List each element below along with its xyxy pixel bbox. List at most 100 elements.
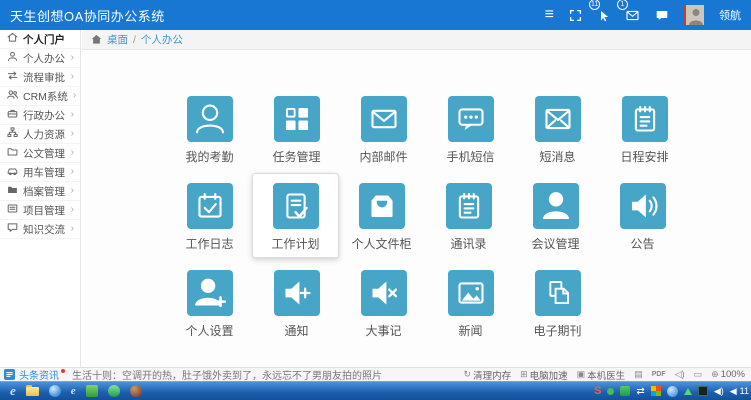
status-speed-up[interactable]: ⊞电脑加速 bbox=[520, 368, 568, 382]
tile-label: 会议管理 bbox=[531, 235, 579, 252]
app-title: 天生创想OA协同办公系统 bbox=[0, 6, 165, 25]
todo-hand-icon[interactable]: 11 bbox=[597, 5, 610, 25]
tile-work-plan[interactable]: 工作计划 bbox=[252, 173, 339, 258]
taskbar-cloud-icon[interactable] bbox=[49, 384, 61, 399]
user-icon bbox=[7, 51, 18, 65]
user-name[interactable]: 领航 bbox=[719, 7, 741, 23]
tile-task-management[interactable]: 任务管理 bbox=[253, 96, 340, 165]
status-pc-doctor[interactable]: ▣本机医生 bbox=[577, 368, 626, 382]
chevron-right-icon: › bbox=[71, 205, 74, 215]
sidebar: 个人门户个人办公›流程审批›CRM系统›行政办公›人力资源›公文管理›用车管理›… bbox=[0, 30, 81, 367]
tile-personal-cabinet[interactable]: 个人文件柜 bbox=[338, 183, 425, 252]
sidebar-item-personal-office[interactable]: 个人办公› bbox=[0, 49, 80, 68]
chat-icon[interactable] bbox=[655, 5, 669, 25]
tile-schedule[interactable]: 日程安排 bbox=[601, 96, 688, 165]
tray-win-colors-icon[interactable] bbox=[651, 384, 661, 399]
zoom-icon: ⊕ bbox=[711, 369, 719, 380]
speaker-icon[interactable]: ◁) bbox=[675, 369, 685, 380]
sidebar-item-archive-management[interactable]: 档案管理› bbox=[0, 182, 80, 201]
taskbar-messenger-icon[interactable] bbox=[108, 384, 120, 399]
ticker-label[interactable]: 头条资讯 bbox=[19, 367, 59, 381]
chevron-right-icon: › bbox=[71, 224, 74, 234]
tile-contacts[interactable]: 通讯录 bbox=[425, 183, 512, 252]
tile-label: 日程安排 bbox=[620, 148, 668, 165]
sidebar-item-label: 公文管理 bbox=[23, 146, 65, 161]
sidebar-item-workflow-approval[interactable]: 流程审批› bbox=[0, 68, 80, 87]
volume-x-icon bbox=[361, 270, 407, 316]
browser-status-toolbar: ↻清理内存 ⊞电脑加速 ▣本机医生 ▤ PDF ◁) ▭ ⊕100% bbox=[464, 368, 747, 382]
zoom-level[interactable]: ⊕100% bbox=[711, 369, 745, 380]
sms-icon bbox=[448, 96, 494, 142]
ticker-text[interactable]: 生活十则：空调开的热，肚子饿外卖到了，永远忘不了男朋友拍的照片 bbox=[72, 367, 382, 381]
taskbar-green-app-icon[interactable] bbox=[86, 384, 98, 399]
status-clean-memory[interactable]: ↻清理内存 bbox=[464, 368, 512, 382]
tile-news[interactable]: 新闻 bbox=[427, 270, 514, 339]
sidebar-item-project-management[interactable]: 项目管理 › bbox=[0, 201, 80, 220]
tile-meeting-management[interactable]: 会议管理 bbox=[512, 183, 599, 252]
tile-announcement[interactable]: 公告 bbox=[599, 183, 686, 252]
mail-icon[interactable]: 1 bbox=[625, 5, 640, 25]
taskbar-browser-icon[interactable] bbox=[130, 384, 142, 399]
sidebar-item-document-management[interactable]: 公文管理› bbox=[0, 144, 80, 163]
tile-e-journal[interactable]: 电子期刊 bbox=[514, 270, 601, 339]
tray-speaker-icon[interactable]: ◀ bbox=[730, 384, 737, 399]
tray-dark-square-icon[interactable] bbox=[698, 384, 708, 399]
sidebar-item-knowledge-exchange[interactable]: 知识交流› bbox=[0, 220, 80, 239]
sidebar-item-crm-system[interactable]: CRM系统› bbox=[0, 87, 80, 106]
breadcrumb-current: 个人办公 bbox=[141, 32, 183, 47]
tray-sync-icon[interactable]: ⇄ bbox=[636, 384, 644, 399]
tray-up-arrow-icon[interactable] bbox=[684, 384, 692, 399]
tray-green-dot-icon[interactable] bbox=[607, 384, 614, 399]
clock[interactable]: 11 bbox=[740, 386, 749, 396]
grid-icon bbox=[274, 96, 320, 142]
zoom-value: 100% bbox=[721, 369, 745, 380]
tile-internal-mail[interactable]: 内部邮件 bbox=[340, 96, 427, 165]
notepad-icon bbox=[446, 183, 492, 229]
taskbar-folder-icon[interactable] bbox=[26, 384, 39, 399]
tile-notification[interactable]: 通知 bbox=[253, 270, 340, 339]
tile-personal-settings[interactable]: 个人设置 bbox=[166, 270, 253, 339]
taskbar-ie-icon[interactable]: e bbox=[10, 384, 16, 399]
sidebar-item-human-resources[interactable]: 人力资源› bbox=[0, 125, 80, 144]
window-icon[interactable]: ▭ bbox=[694, 369, 703, 380]
status-label: 电脑加速 bbox=[530, 368, 568, 382]
tile-label: 通知 bbox=[284, 322, 308, 339]
taskbar-ie2-icon[interactable]: e bbox=[71, 384, 76, 399]
breadcrumb-home[interactable]: 桌面 bbox=[107, 32, 128, 47]
tray-sogou-icon[interactable]: S bbox=[594, 384, 601, 399]
sidebar-item-personal-portal[interactable]: 个人门户 bbox=[0, 30, 80, 49]
status-label: 本机医生 bbox=[587, 368, 625, 382]
sidebar-item-vehicle-management[interactable]: 用车管理› bbox=[0, 163, 80, 182]
sidebar-item-admin-office[interactable]: 行政办公› bbox=[0, 106, 80, 125]
topbar: 天生创想OA协同办公系统 ≡ 11 1 领航 bbox=[0, 0, 751, 30]
sidebar-item-label: 个人门户 bbox=[23, 32, 65, 47]
chevron-right-icon: › bbox=[71, 72, 74, 82]
tile-memorabilia[interactable]: 大事记 bbox=[340, 270, 427, 339]
chevron-right-icon: › bbox=[73, 91, 76, 101]
tray-green-square-icon[interactable] bbox=[620, 384, 630, 399]
panel-icon[interactable]: ▤ bbox=[634, 369, 643, 380]
taskbar-tray: S ⇄ ◀) ◀ bbox=[594, 384, 737, 399]
tray-speaker-wave-icon[interactable]: ◀) bbox=[714, 384, 724, 399]
sidebar-item-label: 项目管理 bbox=[23, 203, 65, 218]
main-content: 我的考勤任务管理内部邮件手机短信短消息日程安排工作日志工作计划个人文件柜通讯录会… bbox=[82, 51, 751, 367]
tile-short-message[interactable]: 短消息 bbox=[514, 96, 601, 165]
folder-open-icon bbox=[7, 146, 18, 160]
tile-grid: 我的考勤任务管理内部邮件手机短信短消息日程安排工作日志工作计划个人文件柜通讯录会… bbox=[166, 96, 688, 357]
tile-work-log[interactable]: 工作日志 bbox=[166, 183, 253, 252]
tray-globe-icon[interactable] bbox=[667, 384, 678, 399]
user-filled-icon bbox=[533, 183, 579, 229]
headlines-icon bbox=[4, 369, 15, 380]
fullscreen-icon[interactable] bbox=[569, 5, 582, 25]
comment-icon bbox=[7, 222, 18, 236]
menu-icon[interactable]: ≡ bbox=[545, 5, 554, 25]
pdf-icon[interactable]: PDF bbox=[652, 371, 666, 378]
taskbar-pinned: ee bbox=[10, 384, 142, 399]
avatar[interactable] bbox=[684, 5, 704, 25]
tile-label: 新闻 bbox=[458, 322, 482, 339]
tile-mobile-sms[interactable]: 手机短信 bbox=[427, 96, 514, 165]
tile-label: 公告 bbox=[630, 235, 654, 252]
tile-my-attendance[interactable]: 我的考勤 bbox=[166, 96, 253, 165]
chevron-right-icon: › bbox=[71, 167, 74, 177]
tile-row: 个人设置通知 大事记新闻 电子期刊 bbox=[166, 270, 688, 339]
